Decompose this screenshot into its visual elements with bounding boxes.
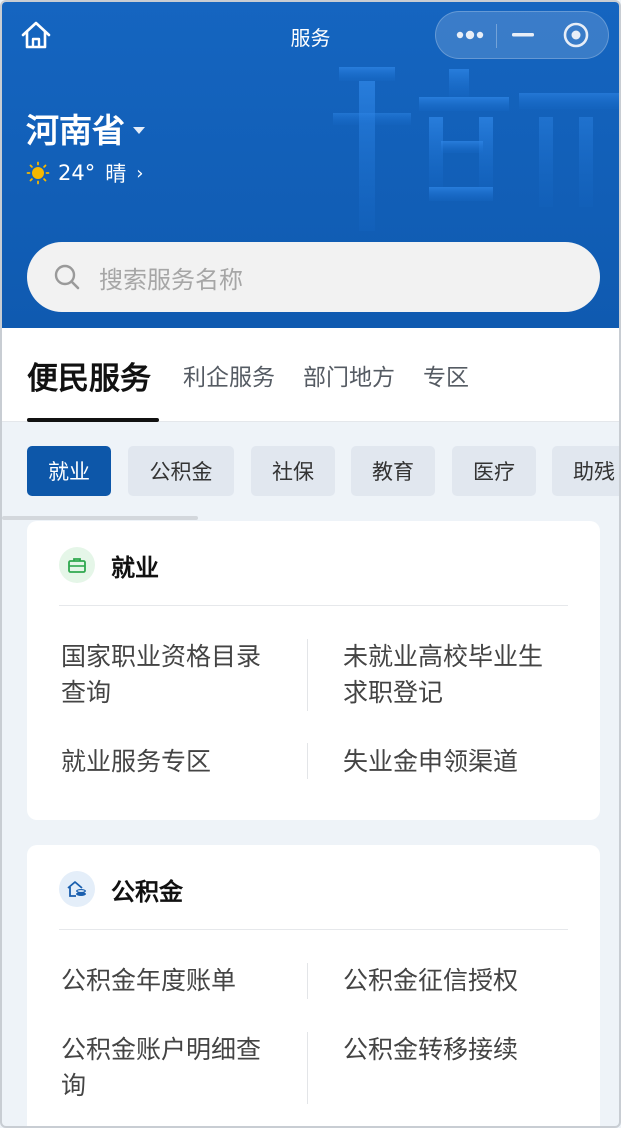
- section-title: 公积金: [111, 877, 183, 906]
- service-item[interactable]: 公积金征信授权: [343, 963, 563, 999]
- temperature: 24°: [58, 161, 96, 185]
- subcategory-chips: 就业 公积金 社保 教育 医疗 助残: [2, 422, 619, 520]
- chip-education[interactable]: 教育: [351, 446, 435, 496]
- top-bar: 服务: [2, 2, 619, 68]
- search-input[interactable]: 搜索服务名称: [27, 242, 600, 312]
- sun-icon: [26, 161, 50, 185]
- chip-employment[interactable]: 就业: [27, 446, 111, 496]
- service-item[interactable]: 公积金年度账单: [61, 963, 281, 999]
- section-header: 公积金: [59, 869, 183, 909]
- header-banner: 服务 河南省 24° 晴 › 搜索服务名称: [2, 2, 619, 328]
- section-divider: [59, 605, 568, 606]
- chip-scrollbar[interactable]: [2, 516, 198, 520]
- column-divider: [307, 639, 308, 711]
- banner-decoration: [333, 67, 619, 231]
- search-placeholder: 搜索服务名称: [99, 265, 243, 294]
- chip-housing-fund[interactable]: 公积金: [128, 446, 234, 496]
- section-card-employment: 就业 国家职业资格目录查询 未就业高校毕业生求职登记 就业服务专区 失业金申领渠…: [27, 521, 600, 820]
- tab-enterprise[interactable]: 利企服务: [183, 328, 275, 422]
- chevron-right-icon: ›: [136, 162, 144, 184]
- weather-info[interactable]: 24° 晴 ›: [26, 158, 143, 188]
- chip-disability-aid[interactable]: 助残: [552, 446, 619, 496]
- mini-program-capsule: [435, 11, 609, 59]
- section-title: 就业: [111, 553, 159, 582]
- tab-departments[interactable]: 部门地方: [303, 328, 395, 422]
- app-window: 服务 河南省 24° 晴 › 搜索服务名称 便民服务 利企服务 部门地方 专区 …: [0, 0, 621, 1128]
- service-item[interactable]: 未就业高校毕业生求职登记: [343, 639, 563, 711]
- service-item[interactable]: 国家职业资格目录查询: [61, 639, 281, 711]
- caret-down-icon: [133, 126, 145, 134]
- column-divider: [307, 963, 308, 999]
- province-selector[interactable]: 河南省: [26, 104, 145, 152]
- briefcase-icon: [59, 547, 95, 583]
- category-tabs: 便民服务 利企服务 部门地方 专区: [2, 328, 619, 422]
- chip-social-security[interactable]: 社保: [251, 446, 335, 496]
- column-divider: [307, 1032, 308, 1104]
- service-item[interactable]: 就业服务专区: [61, 744, 281, 780]
- service-item[interactable]: 失业金申领渠道: [343, 744, 563, 780]
- housing-fund-icon: [59, 871, 95, 907]
- province-name: 河南省: [26, 111, 125, 150]
- tab-convenience[interactable]: 便民服务: [27, 328, 151, 422]
- weather-condition: 晴: [105, 162, 127, 186]
- minimize-icon[interactable]: [494, 12, 552, 58]
- tab-special-zone[interactable]: 专区: [423, 328, 469, 422]
- service-item[interactable]: 公积金账户明细查询: [61, 1032, 281, 1104]
- more-dots-icon[interactable]: [440, 12, 498, 58]
- section-card-housing-fund: 公积金 公积金年度账单 公积金征信授权 公积金账户明细查询 公积金转移接续: [27, 845, 600, 1126]
- column-divider: [307, 743, 308, 779]
- close-circle-icon[interactable]: [548, 12, 606, 58]
- section-divider: [59, 929, 568, 930]
- chip-medical[interactable]: 医疗: [452, 446, 536, 496]
- section-header: 就业: [59, 545, 159, 585]
- service-item[interactable]: 公积金转移接续: [343, 1032, 563, 1068]
- search-icon: [54, 264, 80, 290]
